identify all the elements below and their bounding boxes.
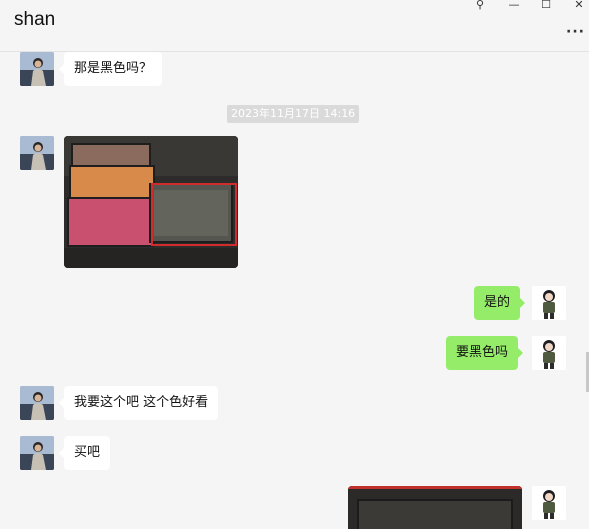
- chat-title: shan: [14, 9, 56, 30]
- message-timestamp: 2023年11月17日 14:16: [227, 105, 360, 123]
- contact-avatar-image: [20, 136, 54, 170]
- contact-avatar[interactable]: [20, 436, 54, 470]
- close-icon[interactable]: ✕: [568, 0, 589, 12]
- message-bubble[interactable]: 买吧: [58, 436, 111, 470]
- contact-avatar-image: [20, 386, 54, 420]
- contact-avatar[interactable]: [20, 136, 54, 170]
- message-bubble[interactable]: 是的: [474, 286, 526, 320]
- message-bubble[interactable]: 要黑色吗: [446, 336, 524, 370]
- user-avatar-image: [532, 286, 566, 320]
- message-bubble[interactable]: 那是黑色吗？: [58, 52, 163, 86]
- contact-avatar-image: [20, 52, 54, 86]
- user-avatar-image: [532, 486, 566, 520]
- more-icon[interactable]: ···: [566, 24, 585, 40]
- maximize-icon[interactable]: ☐: [535, 0, 557, 12]
- contact-avatar-image: [20, 436, 54, 470]
- contact-avatar[interactable]: [20, 52, 54, 86]
- user-avatar[interactable]: [532, 286, 566, 320]
- message-bubble[interactable]: 我要这个吧 这个色好看: [58, 386, 219, 420]
- user-avatar-image: [532, 336, 566, 370]
- image-message[interactable]: [64, 136, 238, 268]
- user-avatar[interactable]: [532, 336, 566, 370]
- chat-header: shan ⚲ — ☐ ✕ ···: [0, 0, 589, 52]
- user-avatar[interactable]: [532, 486, 566, 520]
- pin-icon[interactable]: ⚲: [469, 0, 491, 12]
- contact-avatar[interactable]: [20, 386, 54, 420]
- wallet-photo: [64, 136, 238, 268]
- image-message[interactable]: [348, 486, 522, 529]
- message-list[interactable]: 那是黑色吗？ 2023年11月17日 14:16 是的 要黑色吗 我要这个吧 这…: [0, 52, 589, 529]
- wallet-photo: [348, 486, 522, 529]
- minimize-icon[interactable]: —: [503, 0, 525, 12]
